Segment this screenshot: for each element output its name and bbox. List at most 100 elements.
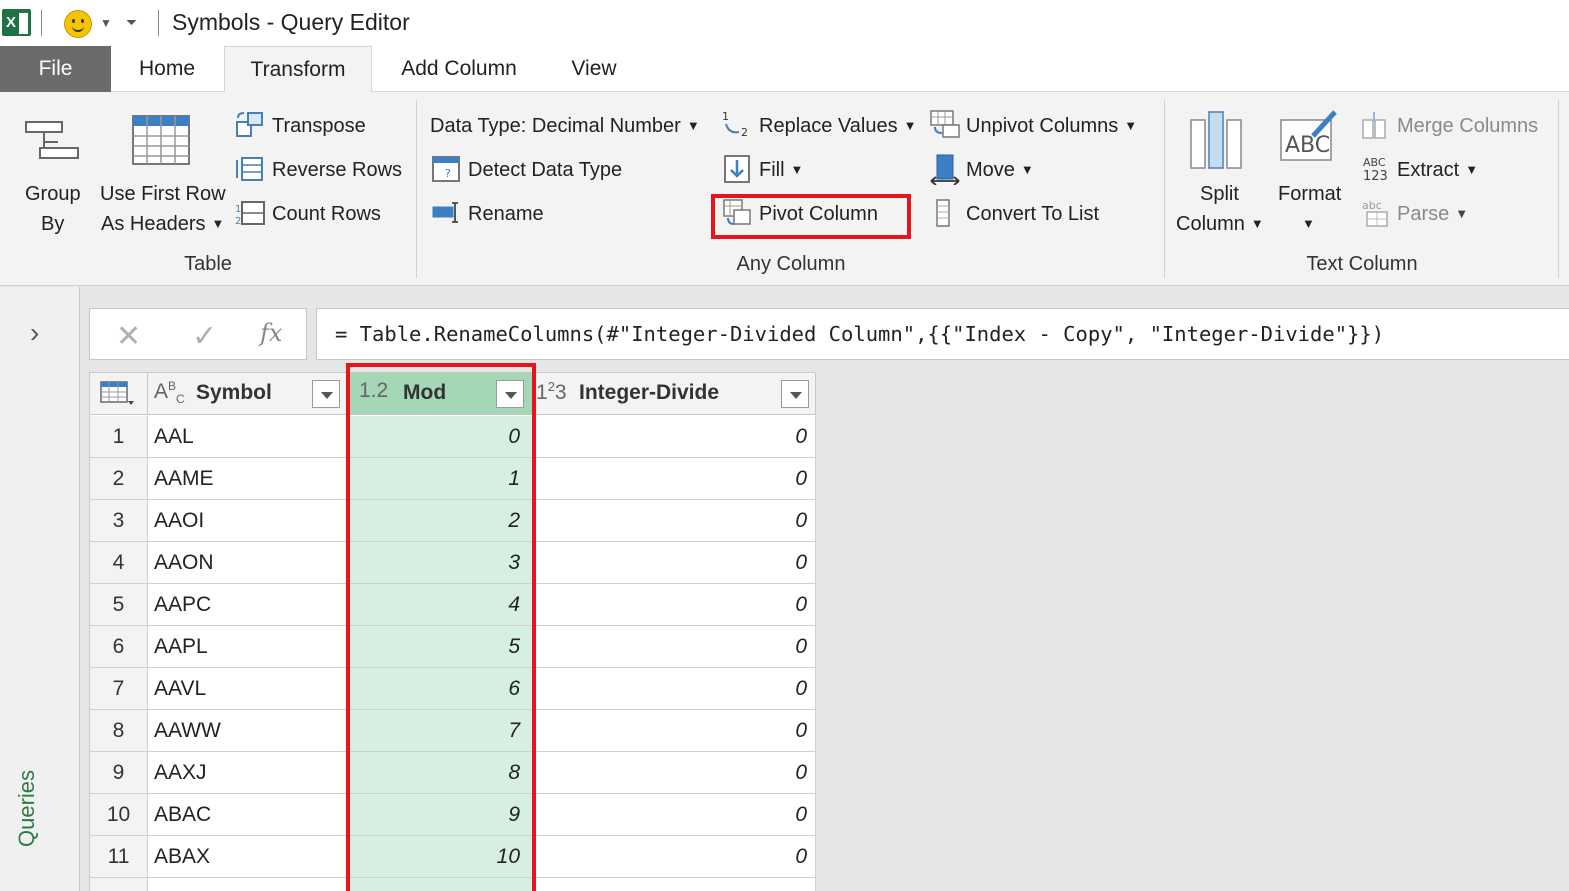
whole-number-type-icon[interactable]: 123 [536,379,567,405]
tab-add-column[interactable]: Add Column [384,46,534,92]
divider [41,10,42,36]
row-number: 4 [90,542,148,584]
column-filter-dropdown[interactable] [781,380,809,408]
cell-symbol[interactable]: ABAX [148,836,347,878]
text-type-icon[interactable]: ABC [154,379,185,406]
formula-input[interactable]: = Table.RenameColumns(#"Integer-Divided … [316,308,1569,360]
mod-column-highlight [346,363,536,891]
transpose-label: Transpose [272,115,366,137]
title-bar: X ▼ ⏷ Symbols - Query Editor [0,0,1569,46]
group-label-any-column: Any Column [736,253,846,275]
column-name: Symbol [196,381,272,404]
cell-symbol[interactable]: AAPC [148,584,347,626]
cell-symbol[interactable]: AAL [148,416,347,458]
split-column-label-1: Split [1200,183,1239,205]
column-header-symbol[interactable]: ABC Symbol [148,373,347,415]
cell-symbol[interactable]: AAVL [148,668,347,710]
row-number: 8 [90,710,148,752]
queries-pane-label[interactable]: Queries [14,770,40,847]
reverse-rows-icon [236,157,263,181]
svg-text:1: 1 [235,204,241,215]
svg-text:2: 2 [741,126,748,138]
chevron-down-icon[interactable]: ▼ [100,16,112,30]
cell-symbol[interactable]: ABAC [148,794,347,836]
split-column-icon [1190,111,1242,169]
cell-integer-divide[interactable]: 0 [535,794,816,836]
rename-label: Rename [468,203,544,225]
pivot-column-highlight [711,194,911,239]
chevron-down-icon: ▼ [903,118,917,133]
column-filter-dropdown[interactable] [312,380,340,408]
svg-text:ABC: ABC [1363,156,1386,169]
cell-symbol[interactable]: AAXJ [148,752,347,794]
group-label-table: Table [184,253,232,275]
group-by-icon [25,121,79,159]
detect-type-icon: ? [432,156,460,182]
tab-transform[interactable]: Transform [224,46,372,93]
format-abc-icon: ABC [1280,110,1337,161]
row-number: 6 [90,626,148,668]
extract-label: Extract ▼ [1397,159,1479,181]
chevron-down-icon: ▼ [1124,118,1138,133]
cancel-icon[interactable]: ✕ [116,319,141,354]
fx-icon[interactable]: fx [260,319,282,347]
cell-integer-divide[interactable]: 0 [535,710,816,752]
cell-integer-divide[interactable]: 0 [535,836,816,878]
tab-view[interactable]: View [556,46,632,92]
cell-integer-divide[interactable]: 0 [535,668,816,710]
tab-file[interactable]: File [0,46,111,92]
cell-integer-divide[interactable]: 0 [535,416,816,458]
excel-icon[interactable]: X [2,9,31,36]
customize-toolbar-icon[interactable]: ⏷ [126,14,137,31]
row-number: 7 [90,668,148,710]
reverse-rows-label: Reverse Rows [272,159,403,181]
ribbon: Group By Use First Row As Headers ▼ Trans… [0,92,1569,286]
cell-symbol[interactable]: AAME [148,458,347,500]
cell-symbol[interactable]: AAOI [148,500,347,542]
row-number: 11 [90,836,148,878]
group-by-label-1: Group [25,183,81,205]
split-column-label-2: Column ▼ [1176,213,1264,235]
group-separator [416,100,417,278]
cell-symbol[interactable]: AAWW [148,710,347,752]
group-by-label-2: By [41,213,65,235]
row-number: 1 [90,416,148,458]
row-number: 2 [90,458,148,500]
replace-values-label: Replace Values ▼ [759,115,917,137]
cell [90,878,148,891]
cell-integer-divide[interactable]: 0 [535,458,816,500]
svg-text:123: 123 [1363,169,1388,184]
divider [158,10,159,36]
table-headers-icon [132,115,190,165]
merge-columns-label: Merge Columns [1397,115,1539,137]
cell-symbol[interactable]: AAPL [148,626,347,668]
parse-label: Parse ▼ [1397,203,1469,225]
cell-integer-divide[interactable]: 0 [535,584,816,626]
group-separator [1558,100,1559,278]
data-type-dropdown[interactable]: Data Type: Decimal Number ▼ [430,115,700,138]
tab-home[interactable]: Home [120,46,214,92]
svg-text:abc: abc [1362,199,1382,212]
cell-integer-divide[interactable]: 0 [535,542,816,584]
smiley-feedback-icon[interactable] [64,10,92,38]
fill-down-icon [724,155,750,183]
chevron-down-icon: ▼ [1302,216,1315,231]
formula-buttons: ✕ ✓ fx [89,308,307,360]
replace-values-icon: 1 2 [722,110,748,138]
cell-integer-divide[interactable]: 0 [535,626,816,668]
unpivot-columns-icon [930,110,960,138]
cell [148,878,347,891]
cell-integer-divide[interactable]: 0 [535,500,816,542]
cell-integer-divide[interactable]: 0 [535,752,816,794]
move-label: Move ▼ [966,159,1034,181]
parse-icon: abc [1362,199,1388,227]
chevron-down-icon: ▼ [1020,162,1034,177]
cell-symbol[interactable]: AAON [148,542,347,584]
window-title: Symbols - Query Editor [172,9,410,35]
row-number: 5 [90,584,148,626]
chevron-right-icon[interactable]: › [30,317,39,349]
check-icon[interactable]: ✓ [192,319,217,354]
convert-to-list-label: Convert To List [966,203,1100,225]
table-menu-button[interactable] [90,373,148,415]
column-header-integer-divide[interactable]: 123 Integer-Divide [535,373,816,415]
